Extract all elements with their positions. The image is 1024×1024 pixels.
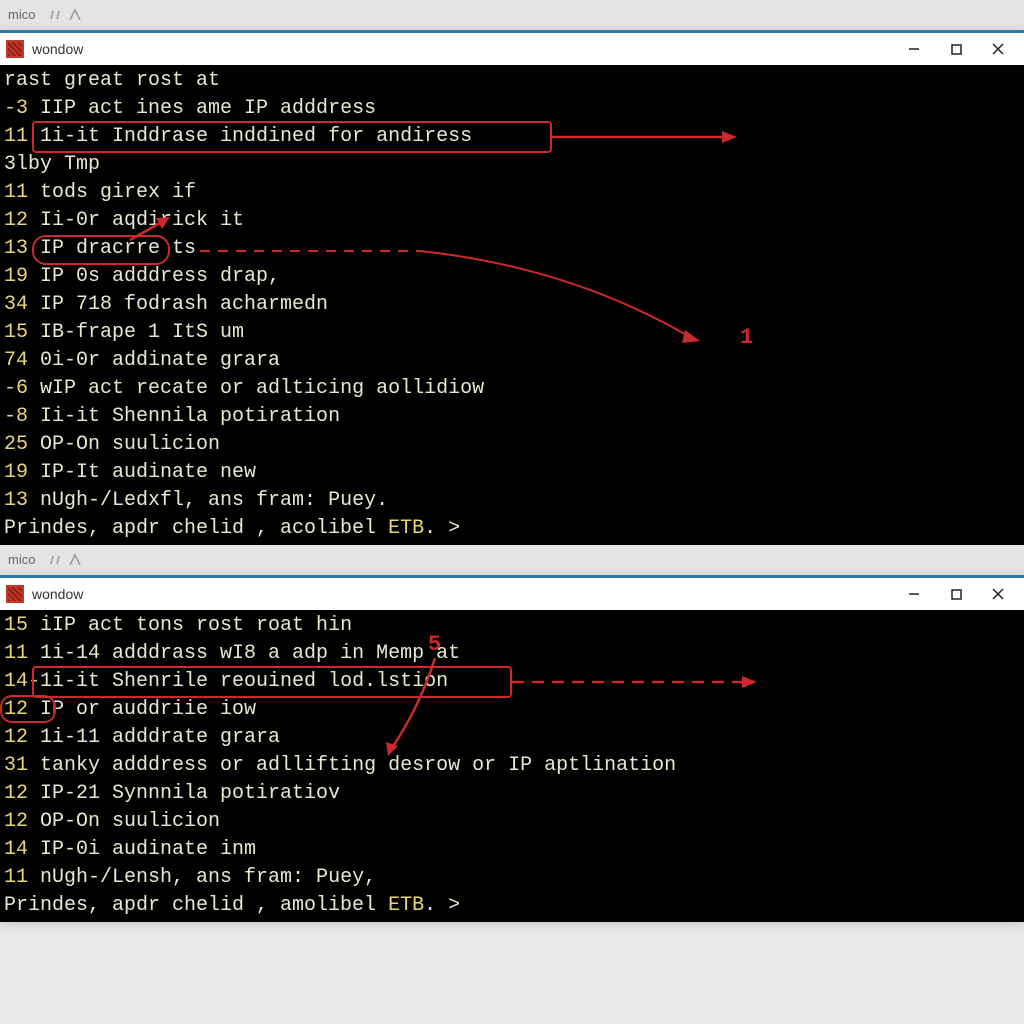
tab-add-icon[interactable]: [67, 7, 83, 23]
terminal-line: 15 IB-frape 1 ItS um: [4, 319, 1020, 347]
titlebar-1[interactable]: wondow: [0, 33, 1024, 65]
terminal-window-1: wondow rast great rost at-3 IIP act ines…: [0, 30, 1024, 545]
terminal-line: 13 nUgh-/Ledxfl, ans fram: Puey.: [4, 487, 1020, 515]
tab-mico-2[interactable]: mico: [0, 548, 43, 573]
terminal-line: 11 1i-it Inddrase inddined for andiress: [4, 123, 1020, 151]
minimize-button-2[interactable]: [894, 580, 934, 608]
terminal-line: rast great rost at: [4, 67, 1020, 95]
close-button[interactable]: [978, 35, 1018, 63]
tab-mico[interactable]: mico: [0, 3, 43, 28]
terminal-line: 12 1i-11 adddrate grara: [4, 724, 1020, 752]
tab-drag-icon: [47, 7, 63, 23]
terminal-prompt[interactable]: Prindes, apdr chelid , amolibel ETB. >: [4, 892, 1020, 920]
window-controls-1: [894, 35, 1018, 63]
terminal-line: 12 OP-On suulicion: [4, 808, 1020, 836]
window-title-2: wondow: [32, 586, 894, 602]
terminal-line: -3 IIP act ines ame IP adddress: [4, 95, 1020, 123]
maximize-button-2[interactable]: [936, 580, 976, 608]
tab-add-icon-2[interactable]: [67, 552, 83, 568]
workspace-tabs-top: mico: [0, 0, 1024, 30]
close-button-2[interactable]: [978, 580, 1018, 608]
terminal-line: 11 nUgh-/Lensh, ans fram: Puey,: [4, 864, 1020, 892]
minimize-button[interactable]: [894, 35, 934, 63]
terminal-line: 12 Ii-0r aqdirick it: [4, 207, 1020, 235]
terminal-line: 14 IP-0i audinate inm: [4, 836, 1020, 864]
terminal-line: 11 tods girex if: [4, 179, 1020, 207]
app-icon: [6, 40, 24, 58]
terminal-line: 12 IP-21 Synnnila potiratiov: [4, 780, 1020, 808]
workspace-tabs-bottom: mico: [0, 545, 1024, 575]
app-icon-2: [6, 585, 24, 603]
terminal-window-2: wondow 15 iIP act tons rost roat hin11 1…: [0, 575, 1024, 922]
terminal-line: 19 IP 0s adddress drap,: [4, 263, 1020, 291]
terminal-line: 19 IP-It audinate new: [4, 459, 1020, 487]
maximize-button[interactable]: [936, 35, 976, 63]
terminal-line: 3lby Tmp: [4, 151, 1020, 179]
terminal-line: 34 IP 718 fodrash acharmedn: [4, 291, 1020, 319]
terminal-line: 14-1i-it Shenrile reouined lod.lstion: [4, 668, 1020, 696]
terminal-line: -6 wIP act recate or adlticing aollidiow: [4, 375, 1020, 403]
terminal-line: 13 IP dracrre ts: [4, 235, 1020, 263]
terminal-body-2[interactable]: 15 iIP act tons rost roat hin11 1i-14 ad…: [0, 610, 1024, 922]
terminal-line: 31 tanky adddress or adllifting desrow o…: [4, 752, 1020, 780]
terminal-line: 25 OP-On suulicion: [4, 431, 1020, 459]
terminal-body-1[interactable]: rast great rost at-3 IIP act ines ame IP…: [0, 65, 1024, 545]
terminal-prompt[interactable]: Prindes, apdr chelid , acolibel ETB. >: [4, 515, 1020, 543]
window-title-1: wondow: [32, 41, 894, 57]
window-controls-2: [894, 580, 1018, 608]
terminal-line: 15 iIP act tons rost roat hin: [4, 612, 1020, 640]
titlebar-2[interactable]: wondow: [0, 578, 1024, 610]
tab-drag-icon-2: [47, 552, 63, 568]
terminal-line: 74 0i-0r addinate grara: [4, 347, 1020, 375]
terminal-line: -8 Ii-it Shennila potiration: [4, 403, 1020, 431]
terminal-line: 12 IP or auddriie iow: [4, 696, 1020, 724]
terminal-line: 11 1i-14 adddrass wI8 a adp in Memp at: [4, 640, 1020, 668]
